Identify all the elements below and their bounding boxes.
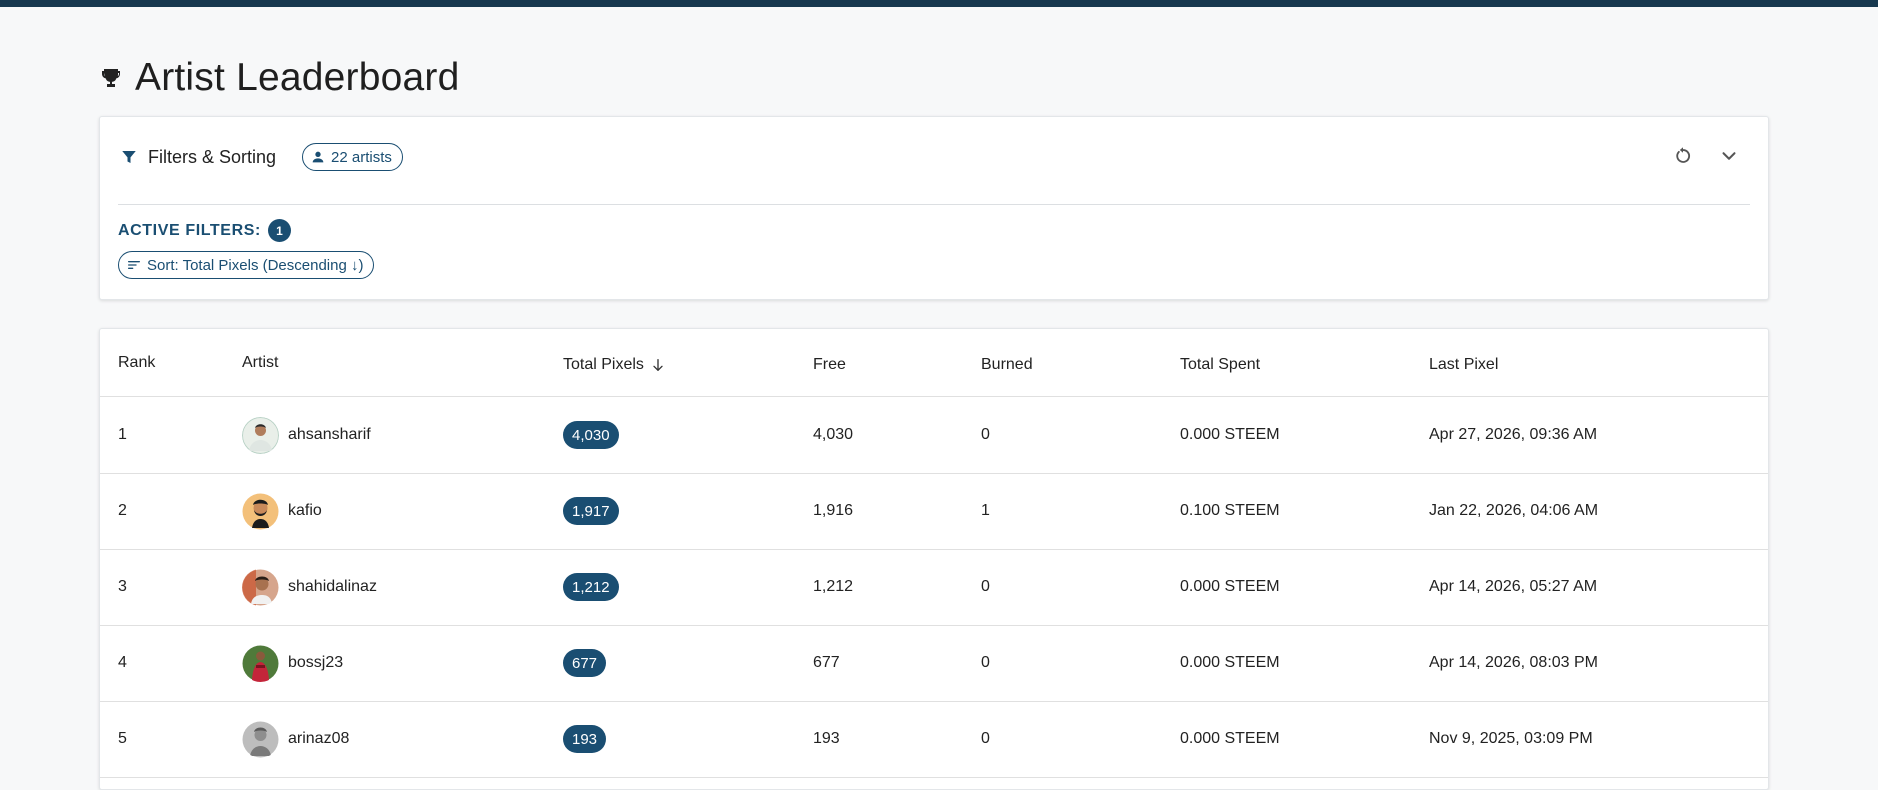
artist-count-label: 22 artists (331, 148, 392, 166)
rank-cell: 2 (118, 502, 127, 519)
last-pixel-cell: Apr 14, 2026, 08:03 PM (1429, 654, 1598, 671)
column-header-free[interactable]: Free (813, 353, 846, 377)
avatar[interactable] (242, 721, 279, 758)
reset-icon[interactable] (1672, 145, 1694, 167)
last-pixel-cell: Nov 9, 2025, 03:09 PM (1429, 730, 1593, 747)
person-icon (312, 151, 324, 163)
free-cell: 677 (813, 654, 840, 671)
burned-cell: 1 (981, 502, 990, 519)
burned-cell: 0 (981, 426, 990, 443)
page-title: Artist Leaderboard (135, 56, 460, 99)
table-row[interactable]: 3 shahidalinaz 1,212 1,212 0 0.000 STEEM… (100, 549, 1768, 626)
total-spent-cell: 0.100 STEEM (1180, 502, 1280, 519)
artist-cell: bossj23 (242, 625, 343, 701)
total-spent-cell: 0.000 STEEM (1180, 654, 1280, 671)
artist-name[interactable]: kafio (288, 502, 322, 520)
artist-name[interactable]: ahsansharif (288, 426, 371, 444)
column-header-artist[interactable]: Artist (242, 351, 278, 375)
column-header-total-spent[interactable]: Total Spent (1180, 353, 1260, 377)
leaderboard-table: Rank Artist Total Pixels Free Burned Tot… (99, 328, 1769, 790)
free-cell: 4,030 (813, 426, 854, 443)
free-cell: 193 (813, 730, 840, 747)
arrow-down-icon (653, 359, 663, 371)
top-app-bar (0, 0, 1878, 7)
table-row[interactable]: 4 bossj23 677 677 0 0.000 STEEM Apr 14, … (100, 625, 1768, 702)
column-header-rank[interactable]: Rank (118, 351, 155, 375)
filters-divider (118, 204, 1750, 205)
total-spent-cell: 0.000 STEEM (1180, 730, 1280, 747)
filter-icon (120, 148, 138, 166)
sort-chip-label: Sort: Total Pixels (Descending ↓) (147, 256, 364, 274)
filters-title: Filters & Sorting (148, 146, 277, 167)
rank-cell: 5 (118, 730, 127, 747)
sort-icon (127, 261, 140, 269)
artist-cell: kafio (242, 473, 322, 549)
page-header: Artist Leaderboard (99, 54, 459, 102)
free-cell: 1,916 (813, 502, 854, 519)
total-pixels-badge: 1,917 (563, 497, 619, 525)
last-pixel-cell: Apr 27, 2026, 09:36 AM (1429, 426, 1598, 443)
table-row[interactable]: 2 kafio 1,917 1,916 1 0.100 STEEM Jan 22… (100, 473, 1768, 550)
column-header-total-pixels-label: Total Pixels (563, 356, 644, 373)
table-row[interactable]: 1 ahsansharif 4,030 4,030 0 0.000 STEEM … (100, 397, 1768, 474)
column-header-total-pixels[interactable]: Total Pixels (563, 353, 666, 377)
column-header-burned[interactable]: Burned (981, 353, 1033, 377)
total-pixels-cell: 193 (563, 701, 607, 777)
rank-cell: 3 (118, 578, 127, 595)
active-filters-count-badge: 1 (267, 219, 291, 242)
burned-cell: 0 (981, 730, 990, 747)
last-pixel-cell: Apr 14, 2026, 05:27 AM (1429, 578, 1598, 595)
artist-name[interactable]: arinaz08 (288, 730, 349, 748)
total-pixels-cell: 1,917 (563, 473, 619, 549)
rank-cell: 4 (118, 654, 127, 671)
total-pixels-badge: 4,030 (563, 421, 619, 449)
total-pixels-badge: 677 (563, 649, 607, 677)
filters-header[interactable]: Filters & Sorting 22 artists (120, 143, 403, 171)
total-pixels-badge: 1,212 (563, 573, 619, 601)
free-cell: 1,212 (813, 578, 854, 595)
rank-cell: 1 (118, 426, 127, 443)
burned-cell: 0 (981, 654, 990, 671)
artist-cell: arinaz08 (242, 701, 349, 777)
artist-name[interactable]: bossj23 (288, 654, 343, 672)
filters-actions (1672, 145, 1740, 167)
total-pixels-cell: 4,030 (563, 397, 619, 473)
trophy-icon (99, 66, 123, 90)
avatar[interactable] (242, 493, 279, 530)
column-header-last-pixel[interactable]: Last Pixel (1429, 353, 1498, 377)
sort-filter-chip[interactable]: Sort: Total Pixels (Descending ↓) (118, 251, 375, 279)
avatar[interactable] (242, 645, 279, 682)
chevron-down-icon[interactable] (1718, 145, 1740, 167)
total-pixels-cell: 1,212 (563, 549, 619, 625)
last-pixel-cell: Jan 22, 2026, 04:06 AM (1429, 502, 1599, 519)
total-spent-cell: 0.000 STEEM (1180, 426, 1280, 443)
artist-name[interactable]: shahidalinaz (288, 578, 377, 596)
burned-cell: 0 (981, 578, 990, 595)
avatar[interactable] (242, 416, 279, 454)
avatar[interactable] (242, 568, 279, 606)
total-pixels-badge: 193 (563, 725, 607, 753)
total-spent-cell: 0.000 STEEM (1180, 578, 1280, 595)
total-pixels-cell: 677 (563, 625, 607, 701)
active-filters: ACTIVE FILTERS: 1 (118, 219, 291, 242)
artist-count-chip: 22 artists (302, 143, 403, 171)
active-filters-label: ACTIVE FILTERS: (118, 221, 261, 239)
table-row[interactable]: 5 arinaz08 193 193 0 0.000 STEEM Nov 9, … (100, 701, 1768, 778)
artist-cell: shahidalinaz (242, 549, 377, 625)
filters-panel: Filters & Sorting 22 artists ACTIVE FILT… (99, 116, 1769, 300)
artist-cell: ahsansharif (242, 397, 371, 473)
